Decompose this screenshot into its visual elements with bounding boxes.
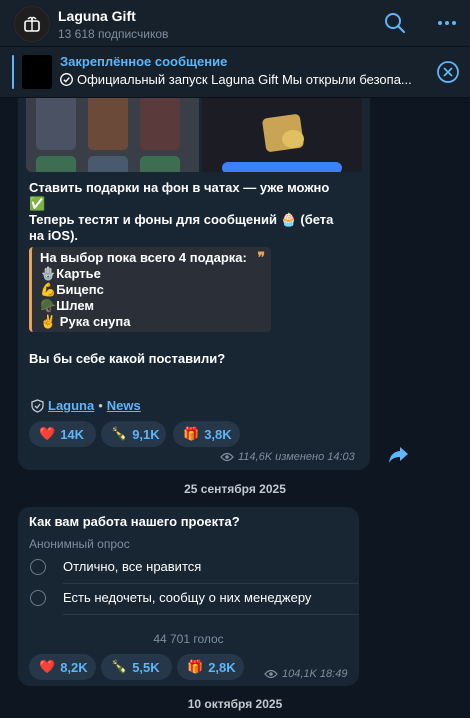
helmet-emoji-icon: 🪖	[40, 298, 57, 313]
date-separator: 10 октября 2025	[187, 697, 283, 711]
quote-mark-icon: ❞	[257, 249, 265, 265]
chat-background-preview-image[interactable]	[202, 98, 362, 172]
share-button[interactable]	[384, 441, 412, 469]
poll-option-label[interactable]: Есть недочеты, сообщу о них менеджеру	[63, 590, 311, 605]
message-meta: 104,1K 18:49	[264, 668, 347, 680]
eye-icon	[220, 452, 234, 462]
reaction-gift[interactable]: 🎁 2,8K	[177, 654, 244, 680]
post-text-line: Ставить подарки на фон в чатах — уже мож…	[29, 180, 330, 195]
post-text-line: Теперь тестят и фоны для сообщений 🧁 (бе…	[29, 212, 334, 227]
more-button[interactable]	[434, 10, 460, 36]
poll-option-radio[interactable]	[30, 590, 46, 606]
gift-icon	[24, 16, 40, 32]
heart-icon: ❤️	[39, 659, 56, 674]
hand-emoji-icon: ✌️	[40, 314, 57, 329]
pinned-indicator	[12, 55, 14, 89]
poll-question: Как вам работа нашего проекта?	[29, 514, 240, 529]
close-pinned-button[interactable]	[436, 60, 460, 84]
pinned-message-bar[interactable]: Закреплённое сообщение Официальный запус…	[0, 47, 470, 98]
channel-title[interactable]: Laguna Gift	[58, 8, 136, 24]
check-emoji-icon: ✅	[29, 196, 46, 211]
divider	[63, 583, 359, 584]
post-links: Laguna • News	[31, 398, 141, 413]
laguna-link[interactable]: Laguna	[48, 398, 94, 413]
pinned-thumbnail	[22, 55, 52, 89]
search-icon	[385, 13, 406, 34]
poll-option-label[interactable]: Отлично, все нравится	[63, 559, 201, 574]
gift-box-icon: 🎁	[187, 659, 204, 674]
date-separator: 25 сентября 2025	[184, 482, 286, 496]
post-question: Вы бы себе какой поставили?	[29, 351, 226, 366]
bracelet-emoji-icon: 🪬	[40, 266, 57, 281]
close-icon	[437, 61, 459, 83]
eye-icon	[264, 669, 278, 679]
champagne-icon: 🍾	[111, 659, 128, 674]
news-link[interactable]: News	[107, 398, 141, 413]
more-dots-icon	[438, 21, 456, 25]
reaction-gift[interactable]: 🎁 3,8K	[173, 421, 240, 447]
post-text-line: на iOS).	[29, 228, 79, 243]
message-meta: 114,6K изменено 14:03	[220, 451, 355, 463]
list-item: 🪬Картье	[40, 266, 101, 281]
subscriber-count: 13 618 подписчиков	[58, 27, 169, 41]
quote-block: ❞ На выбор пока всего 4 подарка: 🪬Картье…	[29, 247, 271, 332]
check-badge-icon	[60, 73, 73, 86]
gift-box-icon: 🎁	[183, 426, 200, 441]
list-item: ✌️ Рука снупа	[40, 314, 131, 329]
divider	[63, 614, 359, 615]
search-button[interactable]	[382, 10, 408, 36]
quote-title: На выбор пока всего 4 подарка:	[40, 250, 247, 265]
list-item: 💪Бицепс	[40, 282, 104, 297]
pinned-preview: Официальный запуск Laguna Gift Мы открыл…	[60, 72, 432, 87]
link-separator: •	[98, 398, 103, 413]
message-media[interactable]	[18, 98, 370, 172]
reaction-champagne[interactable]: 🍾 9,1K	[101, 421, 166, 447]
list-item: 🪖Шлем	[40, 298, 95, 313]
poll-option-radio[interactable]	[30, 559, 46, 575]
channel-avatar[interactable]	[14, 6, 50, 42]
gift-grid-image[interactable]	[26, 98, 199, 172]
chat-header: Laguna Gift 13 618 подписчиков	[0, 0, 470, 47]
reaction-heart[interactable]: ❤️ 14K	[29, 421, 96, 447]
shield-icon	[31, 398, 44, 413]
reaction-champagne[interactable]: 🍾 5,5K	[101, 654, 172, 680]
poll-vote-count: 44 701 голос	[153, 632, 224, 646]
reaction-heart[interactable]: ❤️ 8,2K	[29, 654, 96, 680]
pinned-title: Закреплённое сообщение	[60, 54, 228, 69]
share-arrow-icon	[389, 447, 408, 463]
champagne-icon: 🍾	[111, 426, 128, 441]
bicep-emoji-icon: 💪	[40, 282, 57, 297]
heart-icon: ❤️	[39, 426, 56, 441]
poll-type: Анонимный опрос	[29, 537, 130, 551]
